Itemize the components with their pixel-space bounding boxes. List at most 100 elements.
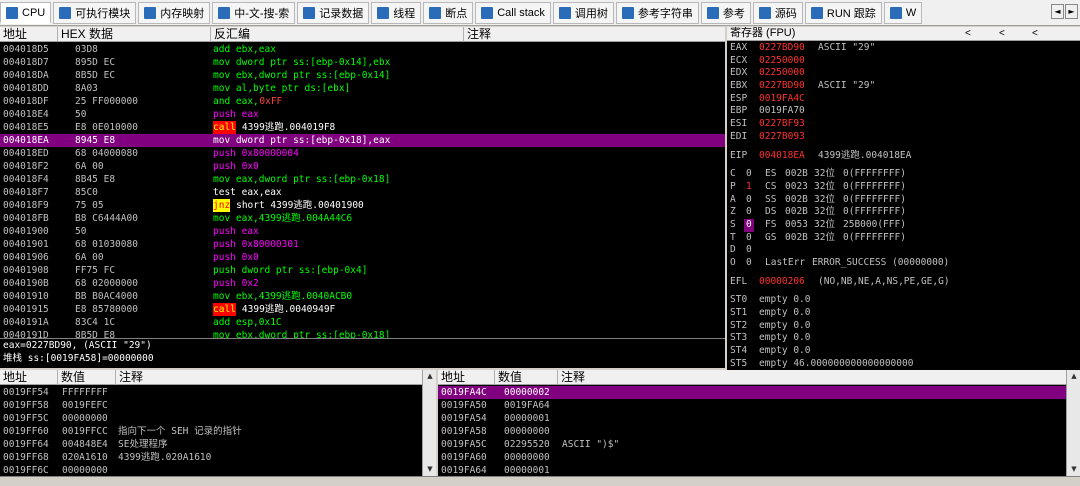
disasm-row[interactable]: 004018F7 85C0 test eax,eax [0,186,725,199]
tab-call-stack[interactable]: Call stack [475,2,551,24]
disasm-row[interactable]: 00401910 BB B0AC4000 mov ebx,4399逃跑.0040AC… [0,290,725,303]
scroll-down-icon[interactable]: ▼ [1068,463,1080,475]
dump-row[interactable]: 0019FF6C 00000000 [0,464,436,476]
dump-row[interactable]: 0019FF68 020A1610 4399逃跑.020A1610 [0,451,436,464]
stack-pane[interactable]: 地址 数值 注释 0019FA4C 00000002 0019FA50 0019FA6… [438,370,1080,476]
stack-col-value[interactable]: 数值 [494,370,557,385]
disasm-row[interactable]: 00401901 68 01030080 push 0x80000301 [0,238,725,251]
scroll-up-icon[interactable]: ▲ [1068,370,1080,382]
memory-dump-pane[interactable]: 地址 数值 注释 0019FF54 FFFFFFFF 0019FF58 0019FEF… [0,370,436,476]
flag-row[interactable]: O 0 LastErr ERROR_SUCCESS (00000000) [730,257,1080,270]
disasm-row[interactable]: 00401908 FF75 FC push dword ptr ss:[ebp-0x… [0,264,725,277]
disasm-row[interactable]: 004018EA 8945 E8 mov dword ptr ss:[ebp-0x1… [0,134,725,147]
register-row[interactable]: ECX 02250000 [730,55,1080,68]
fpu-row[interactable]: ST5 empty 46.000000000000000000 [730,358,1080,370]
disassembly-pane[interactable]: 地址 HEX 数据 反汇编 注释 004018D5 03D8 add ebx,eax… [0,27,725,338]
dump-row[interactable]: 0019FF58 0019FEFC [0,399,436,412]
disasm-row[interactable]: 00401906 6A 00 push 0x0 [0,251,725,264]
col-header-disassembly[interactable]: 反汇编 [210,27,463,42]
stack-scrollbar[interactable]: ▲ ▼ [1066,370,1080,476]
tab-modules[interactable]: 可执行模块 [53,2,137,24]
registers-pane[interactable]: 寄存器 (FPU) < < < EAX 0227BD90 ASCII "29" ECX… [727,27,1080,370]
disasm-row[interactable]: 0040190B 68 02000000 push 0x2 [0,277,725,290]
flag-row[interactable]: D0 [730,244,1080,257]
flag-row[interactable]: A 0 SS 002B 32位 0(FFFFFFFF) [730,194,1080,207]
registers-nav-prev-1[interactable]: < [965,27,971,40]
stack-col-comment[interactable]: 注释 [557,370,1065,385]
disasm-row[interactable]: 004018FB B8 C6444A00 mov eax,4399逃跑.004A44… [0,212,725,225]
tab-call-tree[interactable]: 调用树 [552,2,614,24]
stack-row[interactable]: 0019FA64 00000001 [438,464,1080,476]
flag-row[interactable]: P 1 CS 0023 32位 0(FFFFFFFF) [730,181,1080,194]
disasm-row[interactable]: 004018E5 E8 0E010000 call 4399逃跑.004019F8 [0,121,725,134]
register-row[interactable]: ESP 0019FA4C [730,93,1080,106]
tab-ref-strings[interactable]: 参考字符串 [615,2,699,24]
dump-row[interactable]: 0019FF64 004848E4 SE处理程序 [0,438,436,451]
scroll-down-icon[interactable]: ▼ [424,463,436,475]
fpu-row[interactable]: ST1 empty 0.0 [730,307,1080,320]
dump-row[interactable]: 0019FF5C 00000000 [0,412,436,425]
disasm-row[interactable]: 00401915 E8 85780000 call 4399逃跑.0040949F [0,303,725,316]
tab-scroll-right-button[interactable]: ► [1065,4,1078,19]
col-header-address[interactable]: 地址 [0,27,57,42]
disasm-row[interactable]: 0040191D 8B5D E8 mov ebx,dword ptr ss:[ebp… [0,329,725,338]
disasm-row[interactable]: 004018D7 895D EC mov dword ptr ss:[ebp-0x1… [0,56,725,69]
disasm-row[interactable]: 0040191A 83C4 1C add esp,0x1C [0,316,725,329]
stack-row[interactable]: 0019FA54 00000001 [438,412,1080,425]
disasm-row[interactable]: 004018D5 03D8 add ebx,eax [0,43,725,56]
tab-breakpoints[interactable]: 断点 [423,2,474,24]
register-row[interactable]: EDX 02250000 [730,67,1080,80]
tab-source[interactable]: 源码 [752,2,803,24]
tab-memory-map[interactable]: 内存映射 [138,2,211,24]
dump-scrollbar[interactable]: ▲ ▼ [422,370,436,476]
disasm-row[interactable]: 004018E4 50 push eax [0,108,725,121]
disasm-row[interactable]: 004018F9 75 05 jnz short 4399逃跑.00401900 [0,199,725,212]
dump-col-address[interactable]: 地址 [0,370,57,385]
register-row[interactable]: EBP 0019FA70 [730,105,1080,118]
dump-col-value[interactable]: 数值 [57,370,115,385]
flag-row[interactable]: T 0 GS 002B 32位 0(FFFFFFFF) [730,232,1080,245]
register-row[interactable]: EDI 0227B093 [730,131,1080,144]
fpu-row[interactable]: ST3 empty 0.0 [730,332,1080,345]
register-row[interactable]: ESI 0227BF93 [730,118,1080,131]
stack-row[interactable]: 0019FA4C 00000002 [438,386,1066,399]
register-row-eip[interactable]: EIP 004018EA 4399逃跑.004018EA [730,150,1080,163]
stack-col-address[interactable]: 地址 [438,370,494,385]
tab-windows[interactable]: W [883,2,923,24]
dump-row[interactable]: 0019FF54 FFFFFFFF [0,386,436,399]
tab-threads[interactable]: 线程 [371,2,422,24]
disasm-row[interactable]: 004018ED 68 04000080 push 0x80000004 [0,147,725,160]
tab-run-trace[interactable]: RUN 跟踪 [804,2,882,24]
flag-row[interactable]: Z 0 DS 002B 32位 0(FFFFFFFF) [730,206,1080,219]
tab-references[interactable]: 参考 [700,2,751,24]
fpu-row[interactable]: ST4 empty 0.0 [730,345,1080,358]
register-row[interactable]: EBX 0227BD90 ASCII "29" [730,80,1080,93]
disasm-row[interactable]: 004018DF 25 FF000000 and eax, 0xFF [0,95,725,108]
registers-title[interactable]: 寄存器 (FPU) [730,27,795,39]
disasm-row[interactable]: 00401900 50 push eax [0,225,725,238]
registers-nav-prev-3[interactable]: < [1032,27,1038,40]
register-row-efl[interactable]: EFL 00000206 (NO,NB,NE,A,NS,PE,GE,G) [730,276,1080,289]
col-header-hex[interactable]: HEX 数据 [57,27,210,42]
stack-row[interactable]: 0019FA58 00000000 [438,425,1080,438]
dump-row[interactable]: 0019FF60 0019FFCC 指向下一个 SEH 记录的指针 [0,425,436,438]
stack-row[interactable]: 0019FA60 00000000 [438,451,1080,464]
scroll-up-icon[interactable]: ▲ [424,370,436,382]
disasm-row[interactable]: 004018DD 8A03 mov al,byte ptr ds:[ebx] [0,82,725,95]
tab-scroll-left-button[interactable]: ◄ [1051,4,1064,19]
flag-row[interactable]: S 0 FS 0053 32位 25B000(FFF) [730,218,1080,232]
stack-row[interactable]: 0019FA50 0019FA64 [438,399,1080,412]
register-row[interactable]: EAX 0227BD90 ASCII "29" [730,42,1080,55]
tab-log-data[interactable]: 记录数据 [297,2,370,24]
dump-col-comment[interactable]: 注释 [115,370,422,385]
disasm-row[interactable]: 004018F4 8B45 E8 mov eax,dword ptr ss:[ebp… [0,173,725,186]
col-header-comment[interactable]: 注释 [463,27,725,42]
registers-nav-prev-2[interactable]: < [999,27,1005,40]
stack-row[interactable]: 0019FA5C 02295520 ASCII ")$" [438,438,1080,451]
fpu-row[interactable]: ST0 empty 0.0 [730,294,1080,307]
tab-cpu[interactable]: CPU [0,2,52,24]
tab-chinese-search[interactable]: 中-文-搜-索 [212,2,296,24]
disasm-row[interactable]: 004018DA 8B5D EC mov ebx,dword ptr ss:[ebp… [0,69,725,82]
disasm-row[interactable]: 004018F2 6A 00 push 0x0 [0,160,725,173]
flag-row[interactable]: C 0 ES 002B 32位 0(FFFFFFFF) [730,168,1080,181]
